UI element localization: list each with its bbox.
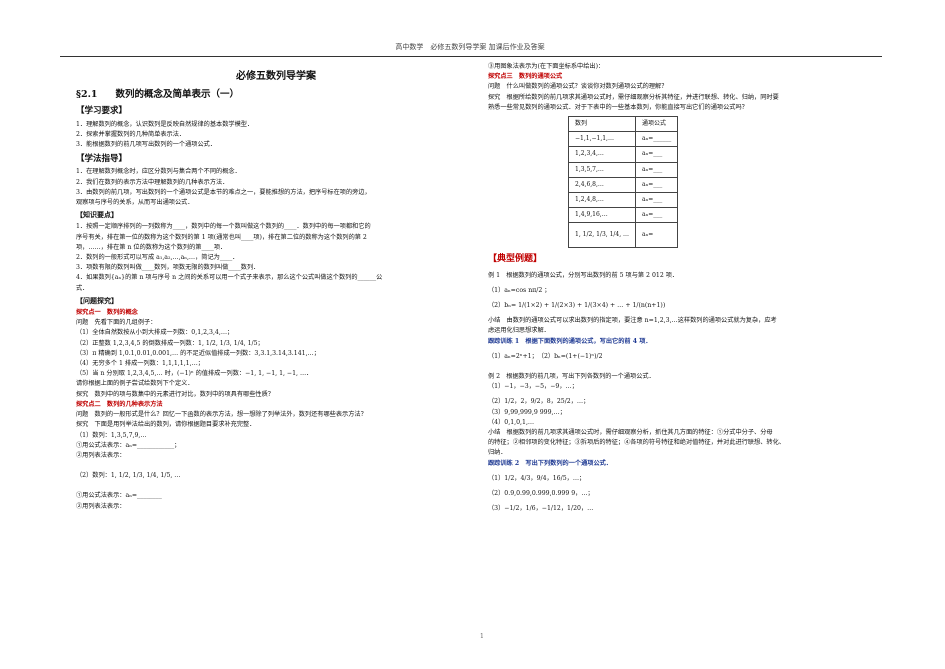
summary-line: 归纳． [488, 449, 507, 457]
inquiry2-item: （2）数列：1, 1/2, 1/3, 1/4, 1/5, … [76, 472, 181, 480]
inquiry2-item: （1）数列：1,3,5,7,9,… [76, 431, 147, 439]
inquiry1-question: 问题 先看下面的几组例子： [76, 319, 157, 327]
inquiry1-item: （1）全体自然数按从小到大排成一列数：0,1,2,3,4,…； [76, 329, 234, 337]
table-cell: aₙ=___ [635, 207, 679, 224]
left-column: 必修五数列导学案 §2.1 数列的概念及简单表示（一） 【学习要求】 1．理解数列… [76, 62, 476, 512]
summary-line: 小结 由数列的通项公式可以求出数列的指定项，要注意 n=1,2,3,…这样数列的… [488, 317, 777, 325]
table-cell: aₙ=______ [635, 131, 679, 148]
example-2-part: （2）1/2，2，9/2，8，25/2，…； [488, 398, 590, 406]
summary-line: 虑运用化归思想求解． [488, 327, 550, 335]
examples-heading: 【典型例题】 [488, 254, 543, 265]
guide-item: 观察项与序号的关系，从而写出通项公式． [76, 199, 194, 207]
section-heading: §2.1 数列的概念及简单表示（一） [76, 90, 476, 100]
table-cell: 1,2,4,8,… [567, 192, 637, 209]
inquiry1-ask: 请你根据上面的例子尝试给数列下个定义． [76, 380, 194, 388]
inquiry1-explore: 探究 数列中的项与数集中的元素进行对比，数列中的项具有哪些性质？ [76, 390, 274, 398]
inquiry3-question: 问题 什么叫做数列的通项公式？谈谈你对数列通项公式的理解？ [488, 83, 668, 91]
inquiry3-explore: 熟悉一些常见数列的通项公式．对于下表中的一些基本数列，你能直接写出它们的通项公式… [488, 103, 748, 111]
goal-item: 2．探索并掌握数列的几种简单表示法． [76, 130, 186, 138]
example-2-part: （4）0,1,0,1,… [488, 418, 535, 426]
guide-item: 2．我们在数列的表示方法中理解数列的几种表示方法． [76, 178, 229, 186]
page-number: 1 [480, 633, 484, 640]
table-cell: 1,4,9,16,… [567, 207, 637, 224]
header-rule [60, 56, 882, 57]
table-row: −1,1,−1,1,… aₙ=______ [567, 131, 679, 148]
practice-2: 跟踪训练 2 写出下列数列的一个通项公式． [488, 459, 613, 467]
graph-instruction: ③用图象法表示为(在下面坐标系中给出)： [488, 63, 605, 70]
knowledge-item: 1．按照一定顺序排列的一列数称为____，数列中的每一个数叫做这个数列的____… [76, 223, 371, 231]
table-cell: aₙ=___ [635, 146, 679, 163]
knowledge-item: 3．项数有限的数列叫做____数列，项数无限的数列叫做____数列． [76, 264, 260, 272]
table-cell: aₙ= [635, 222, 679, 249]
table-header: 数列 [567, 116, 637, 133]
practice-2-part: （2）0.9,0.99,0.999,0.999 9，…； [488, 490, 594, 498]
knowledge-item: 2．数列的一般形式可以写成 a₁,a₂,…,aₙ,…，简记为____． [76, 254, 239, 262]
table-header: 通项公式 [635, 116, 679, 133]
knowledge-item: 式． [76, 284, 89, 292]
right-column: ③用图象法表示为(在下面坐标系中给出)： 探究点三 数列的通项公式 问题 什么叫… [488, 62, 893, 515]
section-number: §2.1 [76, 89, 98, 101]
knowledge-item: 4．如果数列{aₙ}的第 n 项与序号 n 之间的关系可以用一个式子来表示，那么… [76, 274, 383, 282]
example-1: 例 1 根据数列的通项公式，分别写出数列的前 5 项与第 2 012 项． [488, 271, 679, 279]
practice-2-part: （1）1/2，4/3，9/4，16/5，…； [488, 474, 586, 482]
table-cell: 2,4,6,8,… [567, 176, 637, 194]
guide-list: 1．在理解数列概念时，应区分数列与集合两个不同的概念． 2．我们在数列的表示方法… [76, 167, 476, 208]
goal-item: 3．能根据数列的前几项写出数列的一个通项公式． [76, 141, 217, 149]
goal-item: 1．理解数列的概念，认识数列是反映自然规律的基本数学模型． [76, 120, 254, 128]
table-row: 2,4,6,8,… aₙ=___ [567, 176, 679, 194]
table-header-row: 数列 通项公式 [567, 116, 679, 133]
practice-2-part: （3）−1/2，1/6，−1/12，1/20，… [488, 505, 594, 513]
table-row: 1,2,3,4,… aₙ=___ [567, 146, 679, 163]
table-cell: 1,2,3,4,… [567, 146, 637, 163]
inquiry1-title: 探究点一 数列的概念 [76, 309, 138, 317]
inquiry2-item: ①用公式法表示：aₙ=________ [76, 492, 162, 500]
inquiry1-item: （3）π 精确到 1,0.1,0.01,0.001,… 的不足近似值排成一列数：… [76, 349, 320, 357]
table-cell: aₙ=___ [635, 176, 679, 194]
knowledge-item: 序号有关，排在第一位的数称为这个数列的第 1 项(通常也叫____项)，排在第二… [76, 233, 367, 241]
example-2: 例 2 根据数列的前几项，写出下列各数列的一个通项公式． [488, 373, 655, 381]
inquiry2-item: ②用列表法表示： [76, 451, 126, 459]
goals-heading: 【学习要求】 [76, 106, 128, 117]
practice-1: 跟踪训练 1 根据下面数列的通项公式，写出它的前 4 项． [488, 337, 652, 345]
inquiry2-question: 问题 数列的一般形式是什么？回忆一下函数的表示方法，想一想除了列举法外，数列还有… [76, 411, 367, 419]
sequence-formula-table: 数列 通项公式 −1,1,−1,1,… aₙ=______ 1,2,3,4,… aₙ… [567, 116, 679, 249]
knowledge-heading: 【知识要点】 [76, 210, 118, 220]
practice-1-part: （1）aₙ=2ⁿ+1； （2）bₙ=(1+(−1)ⁿ)/2 [488, 352, 603, 360]
example-2-part: （1）−1，−3，−5，−9，…； [488, 383, 578, 391]
document-title: 必修五数列导学案 [236, 71, 316, 82]
inquiry2-title: 探究点二 数列的几种表示方法 [76, 400, 163, 408]
guide-item: 1．在理解数列概念时，应区分数列与集合两个不同的概念． [76, 168, 241, 176]
summary-line: 小结 根据数列的前几项求其通项公式时，需仔细观察分析，抓住其几方面的特征：①分式… [488, 429, 773, 437]
inquiry1-item: （5）当 n 分别取 1,2,3,4,5,… 时，(−1)ⁿ 的值排成一列数：−… [76, 370, 313, 378]
summary-line: 的特征；②相邻项的变化特征；③拆项后的特征；④各项的符号特征和绝对值特征，并对此… [488, 439, 785, 447]
inquiry2-item: ②用列表法表示： [76, 502, 126, 510]
inquiry1-item: （4）无穷多个 1 排成一列数：1,1,1,1,1,…； [76, 360, 204, 368]
table-row: 1,4,9,16,… aₙ=___ [567, 207, 679, 224]
knowledge-item: 项，……，排在第 n 位的数称为这个数列的第____项． [76, 243, 227, 251]
table-cell: 1, 1/2, 1/3, 1/4, … [567, 222, 637, 249]
table-row: 1,2,4,8,… aₙ=___ [567, 192, 679, 209]
table-row: 1, 1/2, 1/3, 1/4, … aₙ= [567, 222, 679, 249]
inquiry-heading: 【问题探究】 [76, 295, 118, 305]
section-title: 数列的概念及简单表示（一） [115, 89, 240, 101]
table-cell: 1,3,5,7,… [567, 161, 637, 178]
guide-item: 3．由数列的前几项，写出数列的一个通项公式是本节的难点之一，要能推想的方法，把序… [76, 188, 371, 196]
table-cell: aₙ=___ [635, 192, 679, 209]
table-row: 1,3,5,7,… aₙ=___ [567, 161, 679, 178]
example-2-part: （3）9,99,999,9 999,…； [488, 408, 566, 416]
knowledge-list: 1．按照一定顺序排列的一列数称为____，数列中的每一个数叫做这个数列的____… [76, 222, 476, 293]
inquiry3-title: 探究点三 数列的通项公式 [488, 73, 563, 81]
inquiry3-explore: 探究 根据所给数列的前几项求其通项公式时，需仔细观察分析其特征，并进行联想、转化… [488, 93, 779, 101]
page-header: 高中数学 必修五数列导学案 加课后作业及答案 [395, 43, 545, 51]
table-cell: −1,1,−1,1,… [567, 131, 637, 148]
goals-list: 1．理解数列的概念，认识数列是反映自然规律的基本数学模型． 2．探索并掌握数列的… [76, 120, 476, 151]
example-1-part: （2）bₙ= 1/(1×2) + 1/(2×3) + 1/(3×4) + … +… [488, 302, 666, 310]
inquiry2-explore: 探究 下面是用列举法给出的数列，请你根据题目要求补充完整． [76, 421, 256, 429]
example-1-part: （1）aₙ=cos nπ/2 ； [488, 286, 551, 294]
inquiry2-item: ①用公式法表示：aₙ=____________； [76, 441, 181, 449]
table-cell: aₙ=___ [635, 161, 679, 178]
guide-heading: 【学法指导】 [76, 154, 128, 165]
inquiry1-item: （2）正整数 1,2,3,4,5 的倒数排成一列数：1, 1/2, 1/3, 1… [76, 339, 264, 347]
